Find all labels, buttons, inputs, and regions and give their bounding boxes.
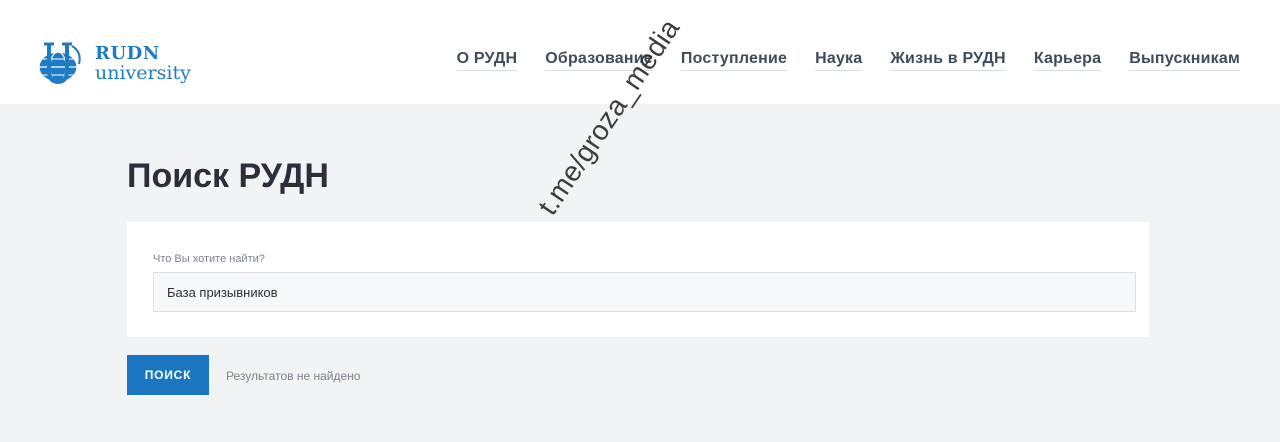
rudn-globe-logo-icon bbox=[38, 42, 81, 85]
search-field-label: Что Вы хотите найти? bbox=[153, 253, 265, 265]
nav-item-about[interactable]: О РУДН bbox=[456, 50, 518, 71]
logo-name-line1: RUDN bbox=[95, 43, 160, 64]
nav-item-science[interactable]: Наука bbox=[815, 50, 863, 71]
logo-name-line2: university bbox=[95, 62, 191, 84]
nav-item-life[interactable]: Жизнь в РУДН bbox=[890, 50, 1006, 71]
nav-item-admission[interactable]: Поступление bbox=[680, 50, 788, 71]
site-header: RUDN university О РУДН Образование Посту… bbox=[0, 0, 1280, 104]
search-button[interactable]: ПОИСК bbox=[127, 355, 209, 395]
search-form-card: Что Вы хотите найти? bbox=[127, 222, 1149, 337]
main-nav: О РУДН Образование Поступление Наука Жиз… bbox=[456, 50, 1240, 71]
page-title: Поиск РУДН bbox=[127, 157, 329, 195]
nav-item-education[interactable]: Образование bbox=[545, 50, 653, 71]
results-status-text: Результатов не найдено bbox=[226, 369, 361, 383]
search-input[interactable] bbox=[153, 272, 1136, 312]
nav-item-alumni[interactable]: Выпускникам bbox=[1129, 50, 1240, 71]
nav-item-career[interactable]: Карьера bbox=[1033, 50, 1102, 71]
site-logo[interactable]: RUDN university bbox=[35, 40, 215, 88]
logo-text: RUDN university bbox=[95, 45, 191, 83]
